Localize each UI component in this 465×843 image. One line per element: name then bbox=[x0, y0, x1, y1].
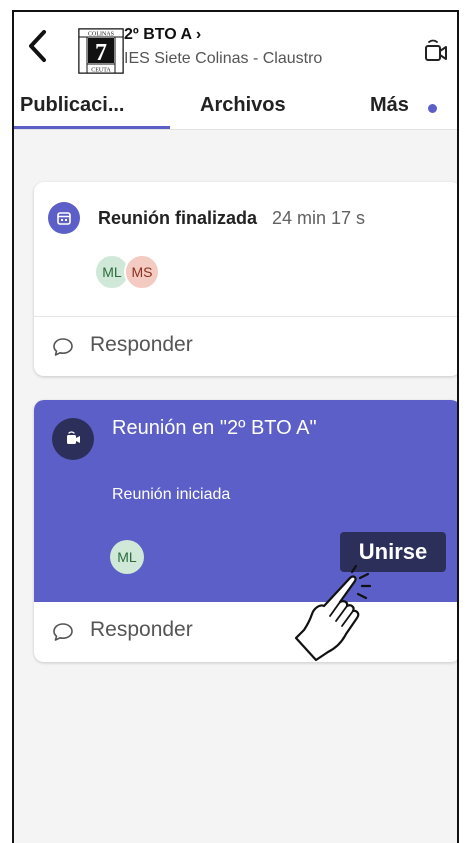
team-name[interactable]: 2º BTO A › bbox=[124, 26, 201, 44]
svg-text:CEUTA: CEUTA bbox=[91, 68, 111, 74]
tab-archivos[interactable]: Archivos bbox=[200, 94, 286, 117]
meeting-ended-post: Reunión finalizada 24 min 17 s ML MS Res… bbox=[34, 182, 457, 376]
channel-tabs: Publicaci... Archivos Más bbox=[14, 92, 457, 130]
meeting-duration: 24 min 17 s bbox=[272, 208, 366, 228]
post-title: Reunión en "2º BTO A" bbox=[112, 417, 317, 439]
back-chevron-icon[interactable] bbox=[24, 28, 52, 64]
meeting-video-icon[interactable] bbox=[424, 38, 448, 64]
avatar[interactable]: MS bbox=[124, 254, 160, 290]
reply-button[interactable]: Responder bbox=[34, 317, 457, 376]
tap-hand-icon bbox=[294, 564, 372, 662]
svg-text:7: 7 bbox=[95, 40, 107, 66]
svg-text:COLINAS: COLINAS bbox=[88, 32, 114, 38]
tab-publicaciones[interactable]: Publicaci... bbox=[20, 94, 124, 117]
reply-button[interactable]: Responder bbox=[34, 602, 457, 662]
reply-label: Responder bbox=[90, 333, 193, 356]
app-window: COLINAS 7 CEUTA 2º BTO A › IES Siete Col… bbox=[12, 10, 459, 843]
reply-label: Responder bbox=[90, 618, 193, 641]
reply-icon bbox=[53, 623, 73, 641]
channel-header: COLINAS 7 CEUTA 2º BTO A › IES Siete Col… bbox=[14, 12, 457, 130]
live-meeting-banner: Reunión en "2º BTO A" Reunión iniciada M… bbox=[34, 400, 457, 602]
post-subtitle: Reunión iniciada bbox=[112, 486, 231, 503]
team-org-name: IES Siete Colinas - Claustro bbox=[124, 50, 323, 67]
reply-icon bbox=[53, 338, 73, 356]
notification-dot bbox=[428, 104, 437, 113]
tab-mas[interactable]: Más bbox=[370, 94, 409, 117]
live-meeting-icon bbox=[52, 418, 94, 460]
posts-feed[interactable]: Reunión finalizada 24 min 17 s ML MS Res… bbox=[14, 130, 457, 843]
avatar[interactable]: ML bbox=[110, 540, 144, 574]
post-title: Reunión finalizada bbox=[98, 208, 258, 228]
calendar-icon bbox=[48, 202, 80, 234]
team-logo: COLINAS 7 CEUTA bbox=[78, 28, 124, 74]
meeting-live-post: Reunión en "2º BTO A" Reunión iniciada M… bbox=[34, 400, 457, 662]
